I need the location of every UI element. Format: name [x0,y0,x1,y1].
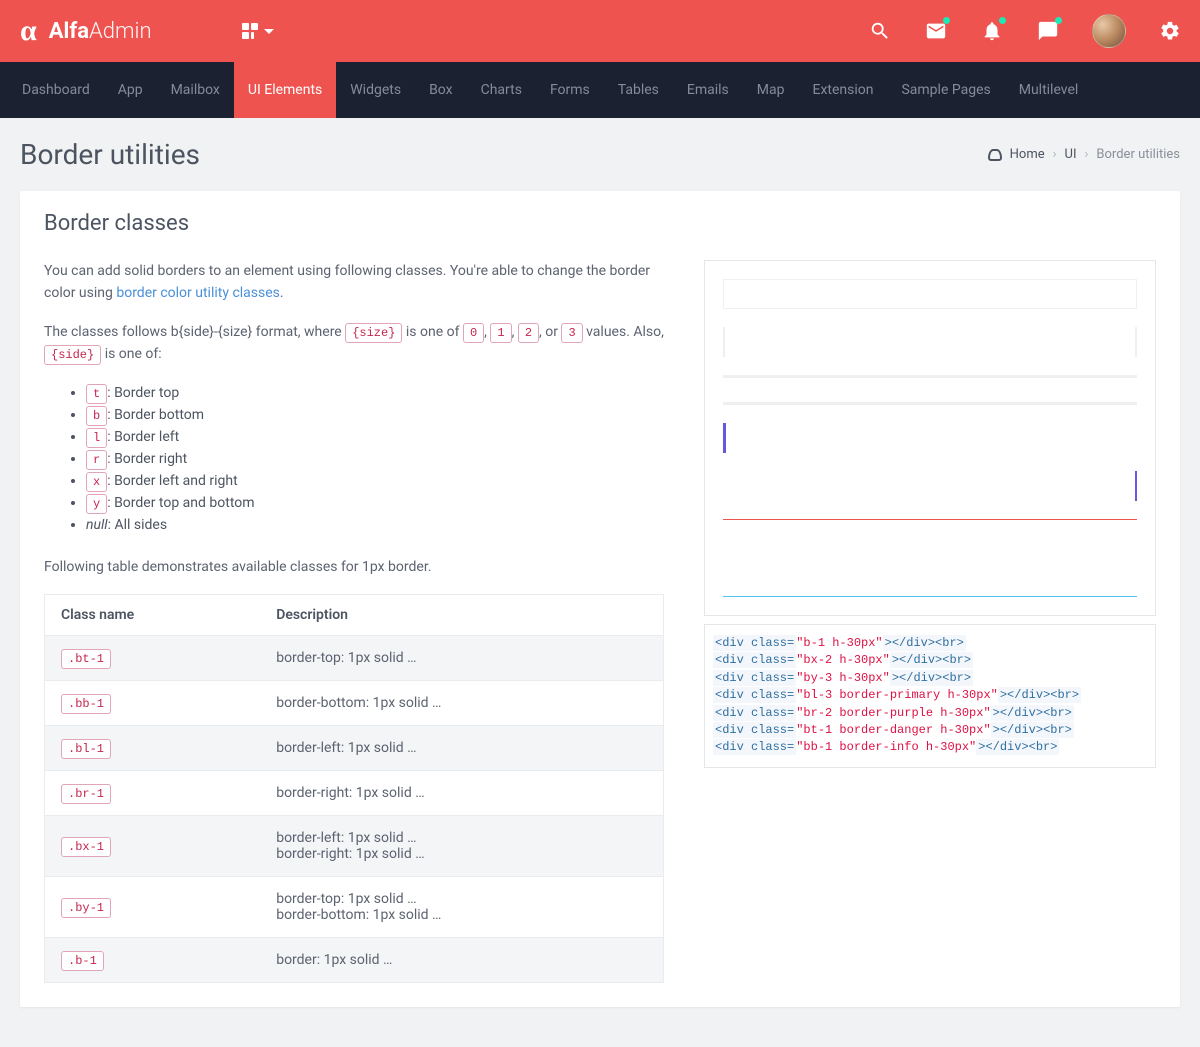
border-classes-table: Class name Description .bt-1border-top: … [44,594,664,983]
brand-logo[interactable]: α AlfaAdmin [0,0,224,62]
main-nav: DashboardAppMailboxUI ElementsWidgetsBox… [0,62,1200,118]
nav-item-dashboard[interactable]: Dashboard [8,62,104,118]
apps-menu-toggle[interactable] [242,23,274,39]
border-demo-preview [704,260,1156,616]
demo-br-2-purple [723,471,1137,501]
home-icon [988,149,1002,161]
nav-item-emails[interactable]: Emails [673,62,743,118]
notifications-button[interactable] [980,19,1004,43]
apps-icon [242,23,258,39]
breadcrumb-home[interactable]: Home [1010,147,1045,162]
table-header-desc: Description [260,594,663,635]
page-header: Border utilities Home › UI › Border util… [0,118,1200,181]
table-row: .bb-1border-bottom: 1px solid … [45,680,664,725]
nav-item-app[interactable]: App [104,62,157,118]
settings-button[interactable] [1158,19,1182,43]
list-item: null: All sides [86,514,664,536]
format-text: The classes follows b{side}-{size} forma… [44,321,664,366]
demo-bb-1-info [723,567,1137,597]
side-options-list: t: Border topb: Border bottoml: Border l… [44,382,664,536]
search-icon [869,20,891,42]
demo-bt-1-danger [723,519,1137,549]
gear-icon [1159,20,1181,42]
nav-item-box[interactable]: Box [415,62,467,118]
nav-item-ui-elements[interactable]: UI Elements [234,62,336,118]
demo-by-3 [723,375,1137,405]
nav-item-forms[interactable]: Forms [536,62,604,118]
user-avatar[interactable] [1092,14,1126,48]
list-item: b: Border bottom [86,404,664,426]
badge-dot [999,17,1006,24]
nav-item-widgets[interactable]: Widgets [336,62,415,118]
top-bar [224,0,1200,62]
mail-button[interactable] [924,19,948,43]
nav-item-sample-pages[interactable]: Sample Pages [887,62,1004,118]
top-icon-group [868,14,1182,48]
breadcrumb-section[interactable]: UI [1065,147,1077,162]
nav-item-map[interactable]: Map [743,62,799,118]
chevron-right-icon: › [1085,147,1089,162]
card-heading: Border classes [20,191,1180,236]
nav-item-tables[interactable]: Tables [604,62,673,118]
table-header-class: Class name [45,594,261,635]
list-item: r: Border right [86,448,664,470]
nav-item-charts[interactable]: Charts [467,62,536,118]
nav-item-mailbox[interactable]: Mailbox [157,62,234,118]
table-row: .by-1border-top: 1px solid …border-botto… [45,876,664,937]
list-item: t: Border top [86,382,664,404]
breadcrumb: Home › UI › Border utilities [988,147,1180,162]
table-row: .bl-1border-left: 1px solid … [45,725,664,770]
border-classes-card: Border classes You can add solid borders… [20,191,1180,1007]
top-header: α AlfaAdmin [0,0,1200,62]
list-item: x: Border left and right [86,470,664,492]
table-row: .bt-1border-top: 1px solid … [45,635,664,680]
alpha-icon: α [20,16,37,46]
demo-b-1 [723,279,1137,309]
caret-down-icon [264,29,274,34]
code-sample: <div class="b-1 h-30px"></div><br><div c… [704,624,1156,768]
demo-bx-2 [723,327,1137,357]
table-row: .b-1border: 1px solid … [45,937,664,982]
chevron-right-icon: › [1053,147,1057,162]
search-button[interactable] [868,19,892,43]
brand-text: AlfaAdmin [49,19,152,44]
badge-dot [943,17,950,24]
nav-item-multilevel[interactable]: Multilevel [1005,62,1093,118]
list-item: l: Border left [86,426,664,448]
border-color-link[interactable]: border color utility classes [116,285,280,301]
nav-item-extension[interactable]: Extension [798,62,887,118]
breadcrumb-current: Border utilities [1096,147,1180,162]
list-item: y: Border top and bottom [86,492,664,514]
intro-text: You can add solid borders to an element … [44,260,664,305]
badge-dot [1055,17,1062,24]
table-row: .bx-1border-left: 1px solid …border-righ… [45,815,664,876]
demo-bl-3-primary [723,423,1137,453]
messages-button[interactable] [1036,19,1060,43]
table-row: .br-1border-right: 1px solid … [45,770,664,815]
page-title: Border utilities [20,138,200,171]
table-intro: Following table demonstrates available c… [44,556,664,578]
